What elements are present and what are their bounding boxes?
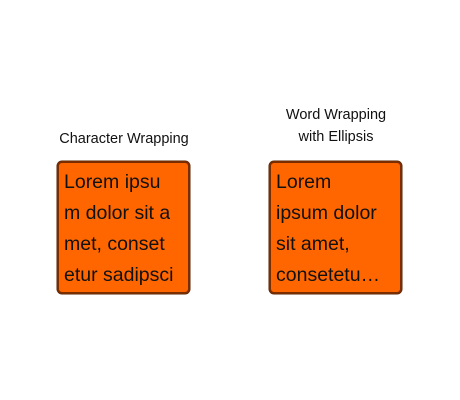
character-box-line-2: m dolor sit a [64, 203, 171, 223]
word-wrapping-caption-line-2: with Ellipsis [298, 129, 374, 145]
word-wrapping-caption: Word Wrapping with Ellipsis [254, 104, 418, 148]
word-box-line-1: Lorem [276, 172, 332, 192]
wrapping-demo-canvas: Character Wrapping Word Wrapping with El… [0, 0, 460, 400]
character-box-line-4: etur sadipsci [64, 265, 174, 285]
word-box-line-3: sit amet, [276, 234, 350, 254]
character-box-line-1: Lorem ipsu [64, 172, 161, 192]
word-wrapping-caption-line-1: Word Wrapping [285, 107, 387, 123]
character-wrapping-caption: Character Wrapping [59, 131, 189, 147]
character-box-line-3: met, conset [64, 234, 165, 254]
word-wrapping-box: Lorem ipsum dolor sit amet, consetetu… [269, 161, 402, 294]
word-box-line-2: ipsum dolor [276, 203, 377, 223]
word-box-line-4: consetetu… [276, 265, 381, 285]
character-wrapping-box: Lorem ipsu m dolor sit a met, conset etu… [57, 161, 190, 294]
